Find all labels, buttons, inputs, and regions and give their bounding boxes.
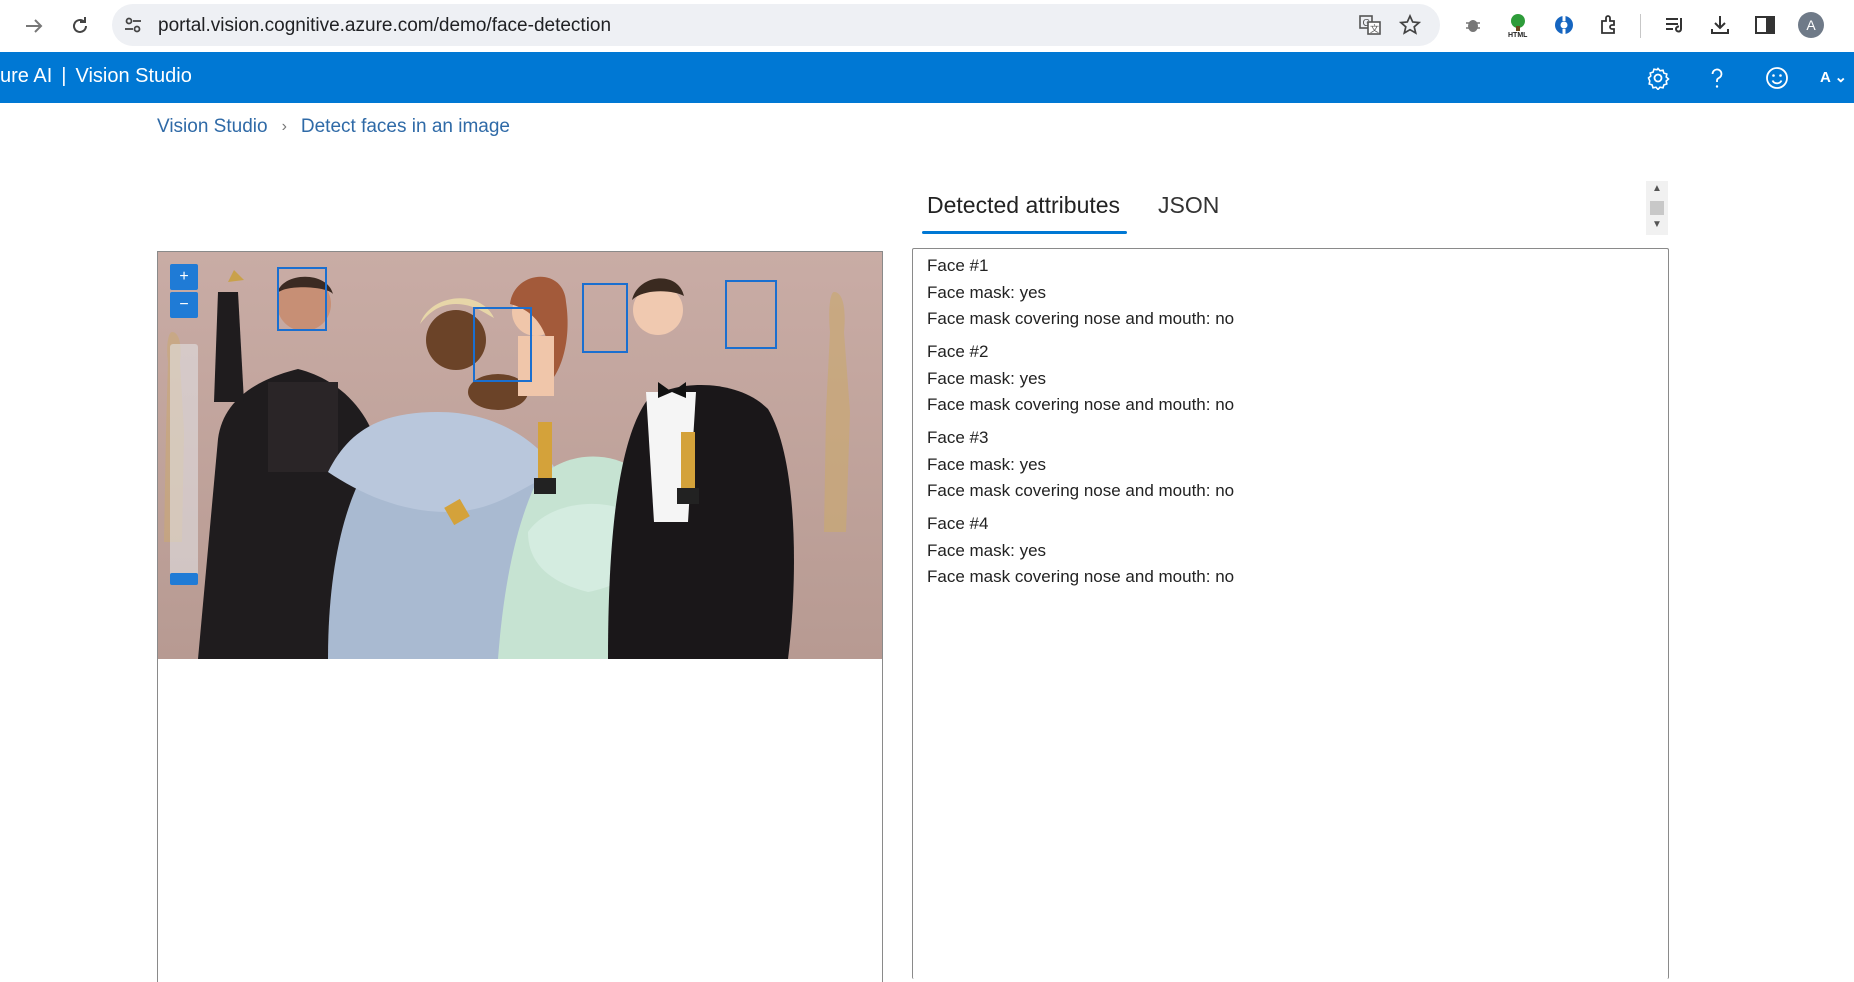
extension-icon[interactable] bbox=[1551, 12, 1577, 38]
site-info-icon[interactable] bbox=[122, 14, 144, 36]
chevron-right-icon: › bbox=[281, 118, 287, 135]
active-tab-indicator bbox=[922, 231, 1127, 234]
svg-text:HTML: HTML bbox=[1508, 32, 1528, 38]
tabs-scrollbar[interactable]: ▲ ▼ bbox=[1646, 181, 1668, 235]
user-initial: A bbox=[1820, 69, 1831, 86]
face-mask-covering-value: Face mask covering nose and mouth: no bbox=[927, 395, 1235, 414]
reload-icon[interactable] bbox=[62, 8, 98, 44]
svg-text:文: 文 bbox=[1370, 23, 1379, 34]
zoom-in-button[interactable]: + bbox=[170, 264, 198, 290]
toolbar-divider bbox=[1640, 14, 1641, 38]
brand-separator: | bbox=[61, 65, 67, 87]
help-icon[interactable] bbox=[1703, 64, 1731, 92]
breadcrumb-item-detect-faces[interactable]: Detect faces in an image bbox=[301, 116, 510, 138]
user-menu[interactable]: A ⌄ bbox=[1820, 68, 1847, 86]
breadcrumb-item-vision-studio[interactable]: Vision Studio bbox=[157, 116, 268, 138]
face-title: Face #2 bbox=[927, 342, 989, 361]
brand-name[interactable]: ure AI bbox=[0, 65, 52, 87]
bug-extension-icon[interactable] bbox=[1460, 12, 1486, 38]
chevron-down-icon: ⌄ bbox=[1834, 69, 1848, 86]
address-bar[interactable]: portal.vision.cognitive.azure.com/demo/f… bbox=[112, 4, 1440, 46]
face-box-3[interactable] bbox=[582, 283, 628, 353]
url-text[interactable]: portal.vision.cognitive.azure.com/demo/f… bbox=[158, 15, 611, 37]
face-entry-4: Face #4 Face mask: yes Face mask coverin… bbox=[927, 511, 1234, 591]
scroll-thumb[interactable] bbox=[1650, 201, 1664, 215]
translate-icon[interactable]: G文 bbox=[1358, 13, 1382, 37]
face-box-4[interactable] bbox=[725, 280, 777, 349]
profile-avatar[interactable]: A bbox=[1798, 12, 1824, 38]
settings-icon[interactable] bbox=[1644, 64, 1672, 92]
face-entry-1: Face #1 Face mask: yes Face mask coverin… bbox=[927, 253, 1234, 333]
face-mask-covering-value: Face mask covering nose and mouth: no bbox=[927, 567, 1235, 586]
tab-detected-attributes[interactable]: Detected attributes bbox=[927, 192, 1120, 219]
face-entry-3: Face #3 Face mask: yes Face mask coverin… bbox=[927, 425, 1234, 505]
face-entry-2: Face #2 Face mask: yes Face mask coverin… bbox=[927, 339, 1234, 419]
face-title: Face #1 bbox=[927, 256, 989, 275]
zoom-slider-thumb[interactable] bbox=[170, 573, 198, 585]
face-title: Face #3 bbox=[927, 428, 989, 447]
face-mask-value: Face mask: yes bbox=[927, 368, 1047, 388]
face-mask-value: Face mask: yes bbox=[927, 540, 1047, 560]
face-box-2[interactable] bbox=[473, 307, 532, 382]
breadcrumb: Vision Studio › Detect faces in an image bbox=[157, 116, 510, 138]
zoom-out-button[interactable]: − bbox=[170, 292, 198, 318]
download-icon[interactable] bbox=[1707, 12, 1733, 38]
face-mask-value: Face mask: yes bbox=[927, 454, 1047, 474]
reading-list-icon[interactable] bbox=[1662, 12, 1688, 38]
scroll-down-arrow-icon[interactable]: ▼ bbox=[1652, 219, 1662, 230]
browser-toolbar: portal.vision.cognitive.azure.com/demo/f… bbox=[0, 0, 1854, 52]
zoom-slider-track[interactable] bbox=[170, 344, 198, 584]
bookmark-star-icon[interactable] bbox=[1398, 13, 1422, 37]
face-box-1[interactable] bbox=[277, 267, 327, 331]
face-mask-covering-value: Face mask covering nose and mouth: no bbox=[927, 309, 1235, 328]
face-mask-value: Face mask: yes bbox=[927, 282, 1047, 302]
sample-photo[interactable] bbox=[158, 252, 882, 659]
detected-attributes-panel: Face #1 Face mask: yes Face mask coverin… bbox=[912, 248, 1669, 979]
html-extension-icon[interactable]: HTML bbox=[1505, 12, 1531, 38]
brand: ure AI | Vision Studio bbox=[0, 65, 192, 88]
face-title: Face #4 bbox=[927, 514, 989, 533]
tab-json[interactable]: JSON bbox=[1158, 192, 1219, 219]
product-name[interactable]: Vision Studio bbox=[75, 65, 191, 87]
side-panel-icon[interactable] bbox=[1752, 12, 1778, 38]
image-viewer: + − bbox=[157, 251, 883, 982]
feedback-smiley-icon[interactable] bbox=[1763, 64, 1791, 92]
forward-arrow-icon[interactable] bbox=[16, 8, 52, 44]
scroll-up-arrow-icon[interactable]: ▲ bbox=[1652, 183, 1662, 194]
app-header: ure AI | Vision Studio A ⌄ bbox=[0, 52, 1854, 103]
extensions-puzzle-icon[interactable] bbox=[1596, 12, 1622, 38]
face-mask-covering-value: Face mask covering nose and mouth: no bbox=[927, 481, 1235, 500]
